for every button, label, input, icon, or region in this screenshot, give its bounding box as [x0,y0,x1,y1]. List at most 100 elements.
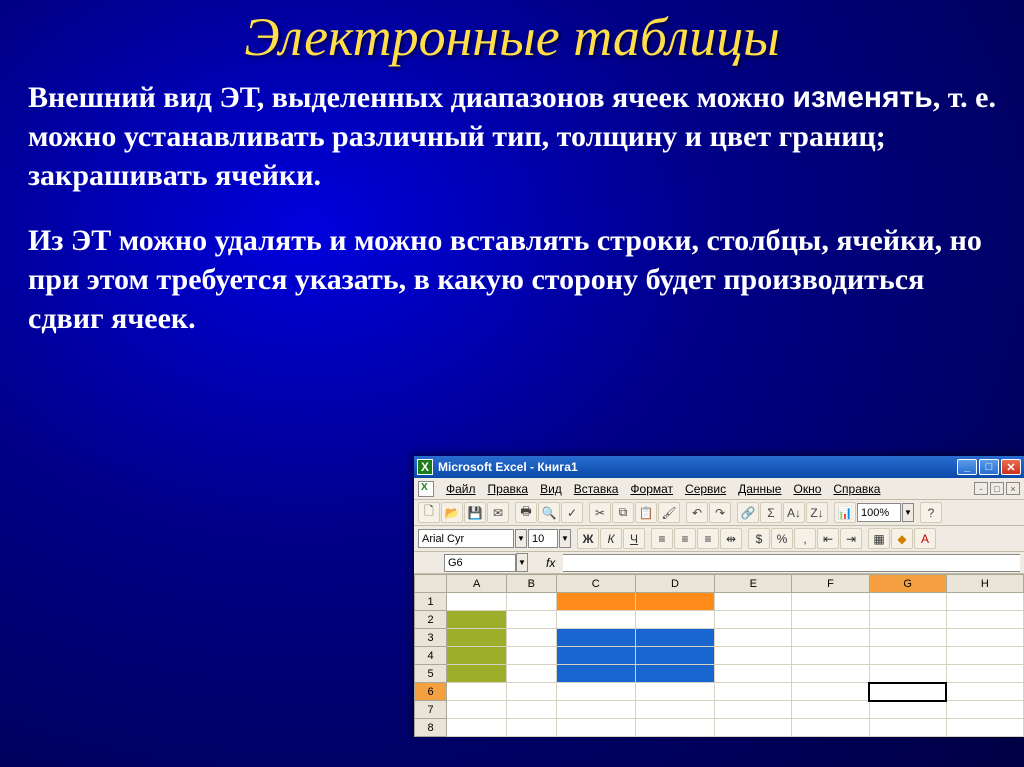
cell-A4[interactable] [447,647,507,665]
col-header-H[interactable]: H [946,575,1023,593]
cell-G2[interactable] [869,611,946,629]
menu-format[interactable]: Формат [624,482,679,496]
menu-window[interactable]: Окно [787,482,827,496]
cell-H2[interactable] [946,611,1023,629]
cell-F1[interactable] [792,593,869,611]
cell-H7[interactable] [946,701,1023,719]
cell-C4[interactable] [556,647,635,665]
cell-F3[interactable] [792,629,869,647]
mail-icon[interactable]: ✉ [487,502,509,523]
cell-D3[interactable] [635,629,714,647]
cell-F6[interactable] [792,683,869,701]
col-header-C[interactable]: C [556,575,635,593]
cell-D6[interactable] [635,683,714,701]
cell-G5[interactable] [869,665,946,683]
font-size-selector[interactable]: 10 [528,529,558,548]
underline-button[interactable]: Ч [623,528,645,549]
row-header-8[interactable]: 8 [415,719,447,737]
copy-icon[interactable]: ⧉ [612,502,634,523]
col-header-B[interactable]: B [507,575,556,593]
cell-G8[interactable] [869,719,946,737]
cell-G6-active[interactable] [869,683,946,701]
cell-F5[interactable] [792,665,869,683]
name-box[interactable]: G6 [444,554,516,572]
cell-C8[interactable] [556,719,635,737]
fill-color-icon[interactable]: ◆ [891,528,913,549]
sort-desc-icon[interactable]: Z↓ [806,502,828,523]
zoom-dropdown-icon[interactable]: ▼ [902,503,914,522]
sort-asc-icon[interactable]: A↓ [783,502,805,523]
autosum-icon[interactable]: Σ [760,502,782,523]
minimize-button[interactable]: _ [957,459,977,475]
percent-icon[interactable]: % [771,528,793,549]
col-header-F[interactable]: F [792,575,869,593]
redo-icon[interactable]: ↷ [709,502,731,523]
doc-minimize-button[interactable]: - [974,482,988,495]
row-header-2[interactable]: 2 [415,611,447,629]
cell-A3[interactable] [447,629,507,647]
menu-file[interactable]: Файл [440,482,482,496]
italic-button[interactable]: К [600,528,622,549]
cell-F8[interactable] [792,719,869,737]
cell-B2[interactable] [507,611,556,629]
hyperlink-icon[interactable]: 🔗 [737,502,759,523]
print-preview-icon[interactable]: 🔍 [538,502,560,523]
col-header-A[interactable]: A [447,575,507,593]
cell-G7[interactable] [869,701,946,719]
cell-A1[interactable] [447,593,507,611]
cell-C2[interactable] [556,611,635,629]
maximize-button[interactable]: □ [979,459,999,475]
cell-B4[interactable] [507,647,556,665]
cell-H5[interactable] [946,665,1023,683]
currency-icon[interactable]: $ [748,528,770,549]
cell-E4[interactable] [715,647,792,665]
cell-H3[interactable] [946,629,1023,647]
align-right-icon[interactable]: ≡ [697,528,719,549]
cell-D7[interactable] [635,701,714,719]
cell-H4[interactable] [946,647,1023,665]
help-icon[interactable]: ? [920,502,942,523]
cell-E1[interactable] [715,593,792,611]
menu-insert[interactable]: Вставка [568,482,625,496]
cell-F7[interactable] [792,701,869,719]
cell-E2[interactable] [715,611,792,629]
new-file-icon[interactable]: 🗋 [418,502,440,523]
row-header-5[interactable]: 5 [415,665,447,683]
cell-B6[interactable] [507,683,556,701]
cell-E7[interactable] [715,701,792,719]
row-header-1[interactable]: 1 [415,593,447,611]
decrease-indent-icon[interactable]: ⇤ [817,528,839,549]
cell-D8[interactable] [635,719,714,737]
col-header-E[interactable]: E [715,575,792,593]
close-button[interactable]: ✕ [1001,459,1021,475]
cell-G3[interactable] [869,629,946,647]
bold-button[interactable]: Ж [577,528,599,549]
align-left-icon[interactable]: ≡ [651,528,673,549]
cell-D4[interactable] [635,647,714,665]
cell-H8[interactable] [946,719,1023,737]
menu-help[interactable]: Справка [827,482,886,496]
cell-H1[interactable] [946,593,1023,611]
cell-B1[interactable] [507,593,556,611]
doc-restore-button[interactable]: □ [990,482,1004,495]
doc-close-button[interactable]: × [1006,482,1020,495]
cell-C5[interactable] [556,665,635,683]
merge-center-icon[interactable]: ⇹ [720,528,742,549]
cut-icon[interactable]: ✂ [589,502,611,523]
undo-icon[interactable]: ↶ [686,502,708,523]
menu-data[interactable]: Данные [732,482,787,496]
cell-D1[interactable] [635,593,714,611]
cell-C1[interactable] [556,593,635,611]
format-painter-icon[interactable]: 🖌 [658,502,680,523]
cell-F2[interactable] [792,611,869,629]
zoom-box[interactable]: 100% [857,503,901,522]
cell-A2[interactable] [447,611,507,629]
borders-icon[interactable]: ▦ [868,528,890,549]
cell-A8[interactable] [447,719,507,737]
col-header-D[interactable]: D [635,575,714,593]
cell-B8[interactable] [507,719,556,737]
row-header-3[interactable]: 3 [415,629,447,647]
spellcheck-icon[interactable]: ✓ [561,502,583,523]
cell-B7[interactable] [507,701,556,719]
paste-icon[interactable]: 📋 [635,502,657,523]
